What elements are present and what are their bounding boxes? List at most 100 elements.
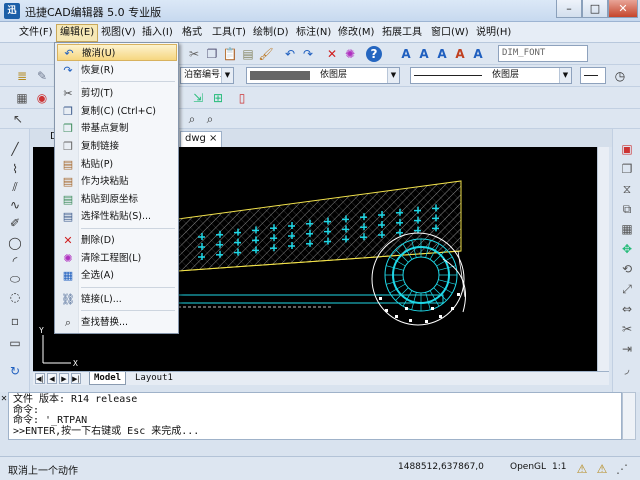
text-style-select[interactable]: DIM_FONT (498, 45, 588, 62)
edit-menu-item[interactable]: ▤ 选择性粘贴(S)... (57, 208, 177, 225)
minimize-button[interactable]: – (556, 0, 582, 18)
edit-menu-item[interactable]: ↶ 撤消(U) (57, 44, 177, 61)
offset-icon[interactable]: ⧉ (619, 201, 635, 217)
text-style-icon[interactable]: A (452, 46, 468, 62)
menu-window[interactable]: 窗口(W) (428, 25, 472, 41)
trim-icon[interactable]: ✂ (619, 321, 635, 337)
annotation-visibility-icon[interactable]: ⚠ (594, 461, 610, 477)
vertical-scrollbar[interactable] (597, 147, 609, 371)
mirror-icon[interactable]: ⧖ (619, 181, 635, 197)
edit-menu-item[interactable]: ❐ 复制链接 (57, 138, 177, 155)
edit-menu-item[interactable]: ▤ 作为块粘贴 (57, 173, 177, 190)
layer-select[interactable]: 泊窑编号二 ▼ (180, 67, 234, 84)
line-icon[interactable]: ╱ (7, 141, 23, 157)
ellipse-arc-icon[interactable]: ◌ (7, 289, 23, 305)
linetype-select[interactable]: 依图层 ▼ (410, 67, 572, 84)
rectangle-icon[interactable]: ▭ (7, 335, 23, 351)
edit-menu-item[interactable]: ✂ 剪切(T) (57, 85, 177, 102)
tab-model[interactable]: Model (89, 372, 127, 385)
edit-menu-item[interactable]: ⛓ 链接(L)... (57, 291, 177, 308)
undo-icon[interactable]: ↶ (282, 46, 298, 62)
circle-icon[interactable]: ◯ (7, 235, 23, 251)
stretch-icon[interactable]: ⇔ (619, 301, 635, 317)
match-properties-icon[interactable]: 🖌 (258, 46, 274, 62)
explode-icon[interactable]: ⇲ (190, 90, 206, 106)
menu-extend-tools[interactable]: 拓展工具 (379, 25, 425, 41)
copy-icon[interactable]: ❐ (204, 46, 220, 62)
menu-view[interactable]: 视图(V) (98, 25, 139, 41)
mtext-icon[interactable]: A (416, 46, 432, 62)
move-icon[interactable]: ✥ (619, 241, 635, 257)
ellipse-icon[interactable]: ⬭ (7, 271, 23, 287)
menu-dimension[interactable]: 标注(N) (293, 25, 334, 41)
command-close-icon[interactable]: ✕ (0, 394, 8, 403)
zoom-window-icon[interactable]: ⌕ (184, 111, 200, 127)
edit-menu-item[interactable]: ▤ 粘贴到原坐标 (57, 191, 177, 208)
edit-menu-item[interactable]: ✕ 删除(D) (57, 232, 177, 249)
array-icon[interactable]: ▦ (619, 221, 635, 237)
render-mode[interactable]: OpenGL (510, 462, 546, 472)
command-scrollbar[interactable] (622, 392, 636, 440)
maximize-button[interactable]: □ (582, 0, 608, 18)
menu-edit[interactable]: 编辑(E) (56, 24, 99, 42)
construction-line-icon[interactable]: ⫽ (7, 179, 23, 195)
copy-object-icon[interactable]: ❐ (619, 161, 635, 177)
menu-insert[interactable]: 插入(I) (139, 25, 176, 41)
pointer-icon[interactable]: ↖ (10, 111, 26, 127)
nav-prev-button[interactable]: ◀ (47, 373, 57, 384)
edit-menu-item[interactable]: ❐ 带基点复制 (57, 120, 177, 137)
menu-file[interactable]: 文件(F) (16, 25, 56, 41)
nav-first-button[interactable]: ◀| (35, 373, 45, 384)
edit-menu-item[interactable]: ❐ 复制(C) (Ctrl+C) (57, 103, 177, 120)
tab-layout1[interactable]: Layout1 (131, 372, 177, 385)
delete-icon[interactable]: ✕ (324, 46, 340, 62)
grid-icon[interactable]: ▦ (14, 90, 30, 106)
clock-icon[interactable]: ◷ (612, 68, 628, 84)
freehand-icon[interactable]: ✐ (7, 215, 23, 231)
polyline-icon[interactable]: ⌇ (7, 161, 23, 177)
spline-icon[interactable]: ∿ (7, 197, 23, 213)
purge-icon[interactable]: ✺ (342, 46, 358, 62)
edit-menu-item[interactable]: ▤ 粘贴(P) (57, 156, 177, 173)
menu-modify[interactable]: 修改(M) (335, 25, 377, 41)
edit-menu-item[interactable]: ✺ 清除工程图(L) (57, 250, 177, 267)
paste-icon[interactable]: 📋 (222, 46, 238, 62)
color-select[interactable]: 依图层 ▼ (246, 67, 400, 84)
close-button[interactable]: ✕ (608, 0, 638, 18)
command-window[interactable]: 文件 版本: R14 release 命令: 命令: '_RTPAN >>ENT… (8, 392, 622, 440)
lineweight-select[interactable] (580, 67, 606, 84)
fillet-icon[interactable]: ◞ (619, 361, 635, 377)
zoom-extents-icon[interactable]: ⌕ (202, 111, 218, 127)
redo-icon[interactable]: ↷ (300, 46, 316, 62)
help-icon[interactable]: ? (366, 46, 382, 62)
menu-help[interactable]: 说明(H) (473, 25, 514, 41)
menu-draw[interactable]: 绘制(D) (250, 25, 292, 41)
arc-icon[interactable]: ◜ (7, 253, 23, 269)
block-icon[interactable]: ⊞ (210, 90, 226, 106)
rotate-icon[interactable]: ⟲ (619, 261, 635, 277)
menu-tools[interactable]: 工具(T) (209, 25, 249, 41)
nav-next-button[interactable]: ▶ (59, 373, 69, 384)
annotation-icon[interactable]: ⚠ (574, 461, 590, 477)
edit-menu-item[interactable]: ▦ 全选(A) (57, 267, 177, 284)
paste-block-icon[interactable]: ▤ (240, 46, 256, 62)
page-icon[interactable]: ▯ (234, 90, 250, 106)
layer-state-icon[interactable]: ✎ (34, 68, 50, 84)
refresh-icon[interactable]: ↻ (7, 363, 23, 379)
erase-icon[interactable]: ▣ (619, 141, 635, 157)
color-wheel-icon[interactable]: ◉ (34, 90, 50, 106)
extend-icon[interactable]: ⇥ (619, 341, 635, 357)
annotation-scale[interactable]: 1:1 (552, 462, 566, 472)
scissors-icon[interactable]: ✂ (186, 46, 202, 62)
point-icon[interactable]: ▫ (7, 313, 23, 329)
edit-menu-item[interactable]: ↷ 恢复(R) (57, 62, 177, 79)
layer-icon[interactable]: ≣ (14, 68, 30, 84)
text-icon[interactable]: A (398, 46, 414, 62)
edit-menu-item[interactable]: ⌕ 查找替换... (57, 314, 177, 331)
nav-last-button[interactable]: ▶| (71, 373, 81, 384)
text-edit-icon[interactable]: A (434, 46, 450, 62)
menu-format[interactable]: 格式 (179, 25, 205, 41)
find-text-icon[interactable]: A (470, 46, 486, 62)
resize-grip-icon[interactable]: ⋰ (614, 461, 630, 477)
scale-icon[interactable]: ⤢ (619, 281, 635, 297)
